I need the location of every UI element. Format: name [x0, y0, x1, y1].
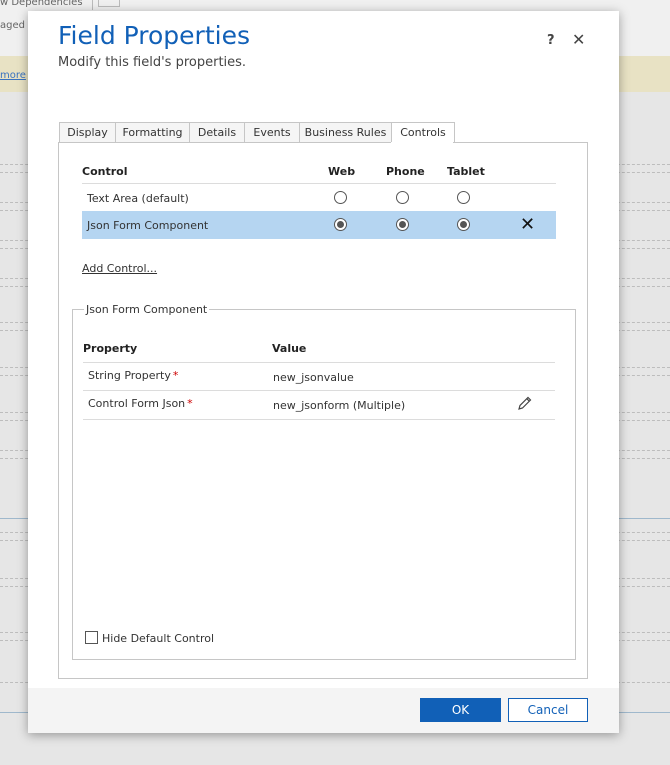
- radio-tablet[interactable]: [457, 191, 470, 204]
- column-header-web: Web: [328, 165, 356, 178]
- radio-phone[interactable]: [396, 218, 409, 231]
- required-marker: *: [187, 397, 193, 410]
- dialog-footer: OK Cancel: [28, 688, 619, 733]
- hide-default-checkbox[interactable]: [85, 631, 98, 644]
- radio-tablet[interactable]: [457, 218, 470, 231]
- ok-button[interactable]: OK: [420, 698, 501, 722]
- required-marker: *: [172, 369, 179, 382]
- hide-default-label: Hide Default Control: [102, 632, 215, 645]
- controls-tab-panel: Control Web Phone Tablet Text Area (defa…: [58, 142, 588, 679]
- column-header-phone: Phone: [386, 165, 425, 178]
- property-value: new_jsonform (Multiple): [273, 399, 406, 412]
- banner-more-link[interactable]: more: [0, 70, 26, 81]
- property-name: Control Form Json: [88, 397, 186, 410]
- control-name: Json Form Component: [87, 219, 209, 232]
- radio-phone[interactable]: [396, 191, 409, 204]
- background-icon: [98, 0, 120, 7]
- close-icon[interactable]: ✕: [572, 30, 585, 49]
- column-header-control: Control: [82, 165, 128, 178]
- hide-default-control[interactable]: Hide Default Control: [85, 631, 214, 645]
- cancel-button[interactable]: Cancel: [508, 698, 588, 722]
- tab-details[interactable]: Details: [189, 122, 245, 142]
- dialog-subtitle: Modify this field's properties.: [58, 55, 247, 70]
- table-row[interactable]: Control Form Json * new_jsonform (Multipl…: [83, 390, 555, 420]
- tab-business-rules[interactable]: Business Rules: [299, 122, 392, 142]
- table-row[interactable]: Json Form Component ✕: [82, 211, 556, 239]
- column-header-property: Property: [83, 342, 138, 355]
- dialog-title: Field Properties: [58, 21, 250, 50]
- background-text: w Dependencies: [0, 0, 83, 8]
- radio-web[interactable]: [334, 191, 347, 204]
- background-text: aged: [0, 20, 25, 31]
- radio-web[interactable]: [334, 218, 347, 231]
- tab-events[interactable]: Events: [244, 122, 300, 142]
- pencil-icon[interactable]: [517, 395, 533, 414]
- property-value: new_jsonvalue: [273, 371, 354, 384]
- control-name: Text Area (default): [87, 192, 189, 205]
- property-name: String Property: [88, 369, 171, 382]
- field-properties-dialog: Field Properties Modify this field's pro…: [28, 11, 619, 733]
- tab-display[interactable]: Display: [59, 122, 116, 142]
- table-row[interactable]: Text Area (default): [82, 183, 556, 212]
- tab-formatting[interactable]: Formatting: [115, 122, 190, 142]
- help-icon[interactable]: ?: [547, 33, 555, 48]
- tab-controls[interactable]: Controls: [391, 122, 455, 144]
- add-control-link[interactable]: Add Control...: [82, 262, 157, 275]
- table-row[interactable]: String Property * new_jsonvalue: [83, 362, 555, 391]
- remove-control-icon[interactable]: ✕: [520, 214, 535, 235]
- column-header-value: Value: [272, 342, 307, 355]
- component-properties-group: Json Form Component Property Value Strin…: [72, 303, 576, 660]
- background-divider: [92, 0, 93, 10]
- column-header-tablet: Tablet: [447, 165, 485, 178]
- group-legend: Json Form Component: [84, 303, 210, 316]
